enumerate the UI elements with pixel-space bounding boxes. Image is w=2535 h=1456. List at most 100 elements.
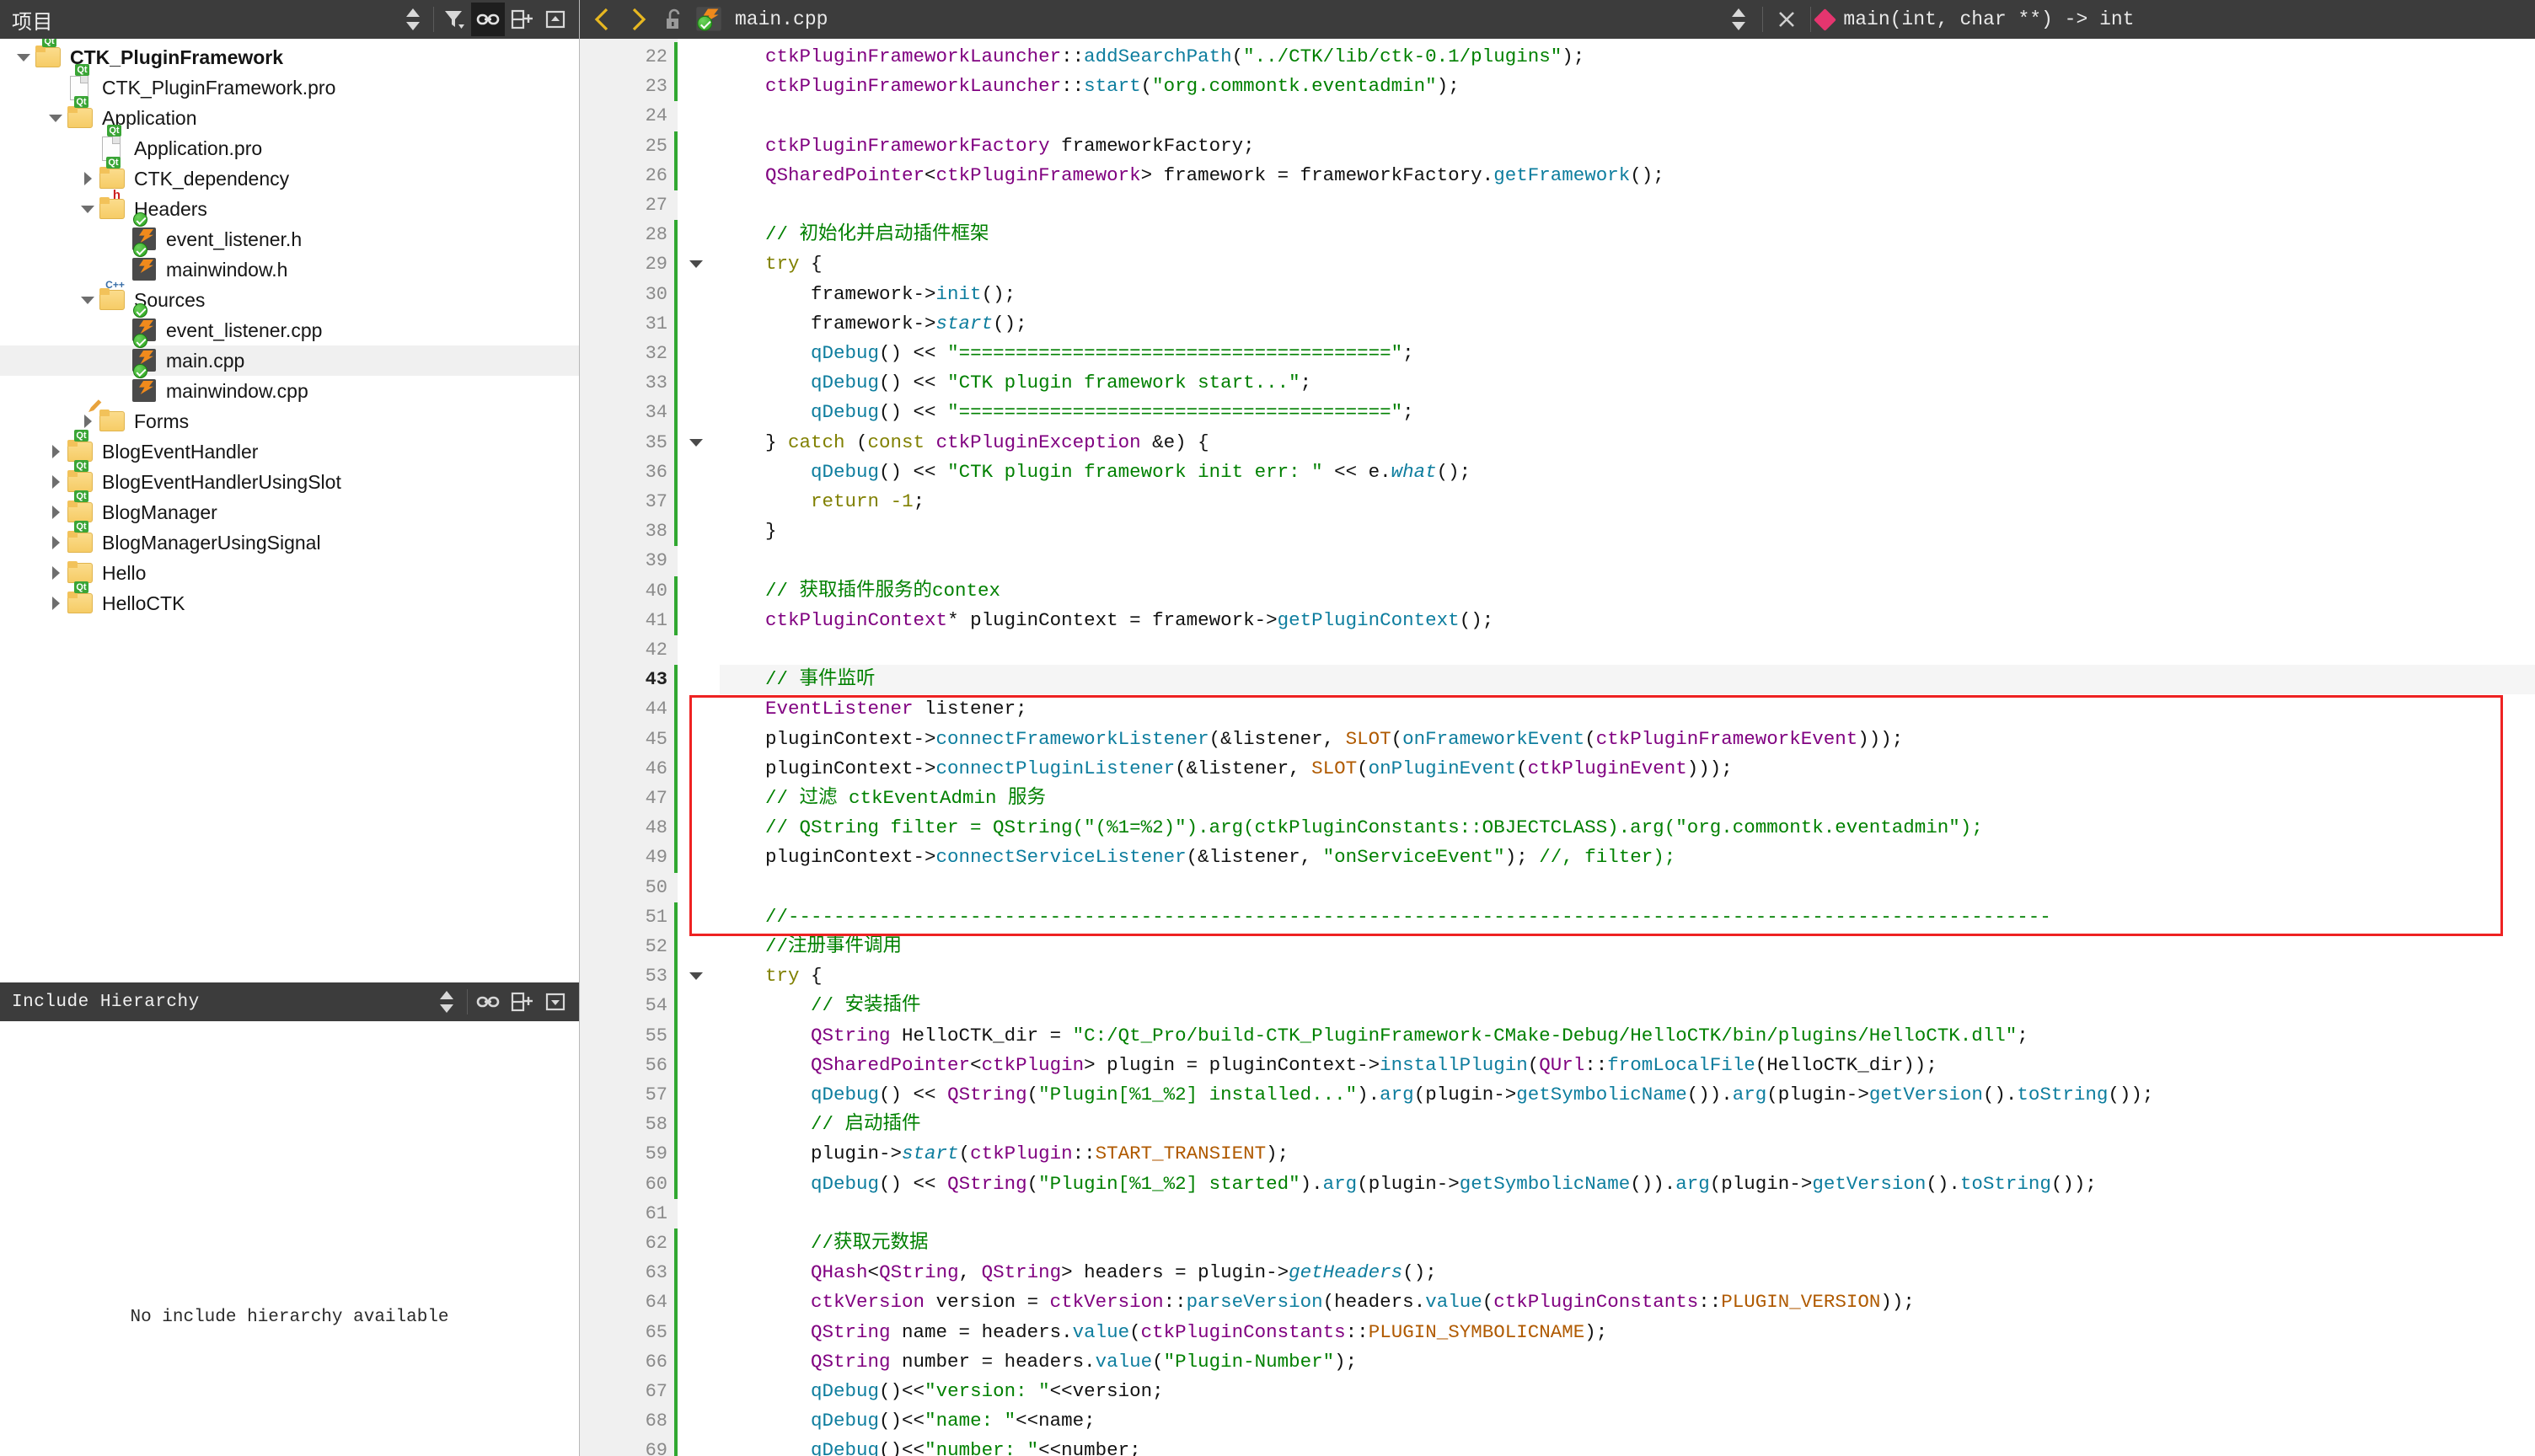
code-line[interactable]: framework->start(); [720, 309, 1027, 339]
code-line[interactable]: qDebug() << QString("Plugin[%1_%2] insta… [720, 1080, 2153, 1110]
code-line[interactable]: // 获取插件服务的contex [720, 576, 1000, 606]
chevron-down-icon[interactable] [76, 194, 99, 224]
code-line[interactable]: qDebug() << "===========================… [720, 339, 1414, 368]
code-text-area[interactable]: ctkPluginFrameworkLauncher::addSearchPat… [720, 39, 2535, 1456]
code-line[interactable]: //注册事件调用 [720, 932, 902, 961]
tree-item-event-listener-h[interactable]: event_listener.h [0, 224, 579, 254]
chevron-right-icon[interactable] [44, 588, 67, 618]
unlocked-padlock-icon[interactable] [656, 3, 691, 36]
split-add-icon[interactable] [505, 3, 539, 36]
link-icon[interactable] [471, 3, 505, 36]
code-line[interactable]: qDebug() << QString("Plugin[%1_%2] start… [720, 1170, 2097, 1199]
code-line[interactable]: pluginContext->connectServiceListener(&l… [720, 843, 1675, 872]
symbol-selector-label[interactable]: main(int, char **) -> int [1843, 8, 2134, 30]
chevron-right-icon[interactable] [44, 558, 67, 588]
chevron-right-icon[interactable] [44, 527, 67, 558]
code-line[interactable]: EventListener listener; [720, 694, 1027, 724]
code-line[interactable]: qDebug()<<"number: "<<number; [720, 1436, 1141, 1456]
link-icon[interactable] [471, 985, 505, 1019]
qt-source-file-icon [131, 258, 158, 281]
chevron-down-icon[interactable] [76, 285, 99, 315]
tree-item-sources[interactable]: C++Sources [0, 285, 579, 315]
line-number: 55 [646, 1021, 667, 1051]
chevron-right-icon[interactable] [76, 163, 99, 194]
code-line[interactable]: QString number = headers.value("Plugin-N… [720, 1347, 1357, 1377]
code-line[interactable]: QString name = headers.value(ctkPluginCo… [720, 1318, 1607, 1347]
tree-item-mainwindow-h[interactable]: mainwindow.h [0, 254, 579, 285]
line-number: 64 [646, 1287, 667, 1317]
line-number: 69 [646, 1436, 667, 1456]
code-line[interactable]: QSharedPointer<ctkPluginFramework> frame… [720, 161, 1664, 190]
tree-item-application[interactable]: QtApplication [0, 103, 579, 133]
line-number: 29 [646, 249, 667, 279]
code-line[interactable]: // 事件监听 [720, 665, 876, 694]
fold-toggle-icon[interactable] [689, 439, 703, 447]
project-tree[interactable]: QtCTK_PluginFrameworkQtCTK_PluginFramewo… [0, 39, 579, 982]
code-editor[interactable]: 2223242526272829303132333435363738394041… [580, 39, 2535, 1456]
tree-indent-spacer [108, 376, 131, 406]
tree-item-event-listener-cpp[interactable]: event_listener.cpp [0, 315, 579, 345]
code-line[interactable]: qDebug() << "CTK plugin framework start.… [720, 368, 1311, 398]
code-line[interactable]: QHash<QString, QString> headers = plugin… [720, 1258, 1437, 1287]
code-line[interactable]: ctkPluginFrameworkFactory frameworkFacto… [720, 131, 1255, 161]
tree-item-headers[interactable]: hHeaders [0, 194, 579, 224]
line-number: 24 [646, 101, 667, 131]
code-line[interactable]: // 安装插件 [720, 991, 921, 1020]
chevron-right-icon[interactable] [44, 467, 67, 497]
code-line[interactable]: ctkPluginFrameworkLauncher::start("org.c… [720, 72, 1460, 101]
code-line[interactable]: plugin->start(ctkPlugin::START_TRANSIENT… [720, 1139, 1289, 1169]
code-line[interactable]: ctkVersion version = ctkVersion::parseVe… [720, 1287, 1915, 1317]
code-line[interactable]: //--------------------------------------… [720, 902, 2051, 932]
nav-forward-icon[interactable] [620, 3, 656, 36]
file-dropdown-arrows-icon[interactable] [1721, 3, 1756, 36]
code-line[interactable]: // 启动插件 [720, 1110, 921, 1139]
code-line[interactable]: ctkPluginContext* pluginContext = framew… [720, 606, 1493, 635]
code-line[interactable]: qDebug()<<"name: "<<name; [720, 1406, 1096, 1436]
close-panel-icon[interactable] [539, 985, 572, 1019]
line-number: 67 [646, 1377, 667, 1406]
code-line[interactable]: pluginContext->connectFrameworkListener(… [720, 725, 1903, 754]
code-line[interactable]: framework->init(); [720, 280, 1016, 309]
collapse-panel-icon[interactable] [539, 3, 572, 36]
code-line[interactable]: // QString filter = QString("(%1=%2)").a… [720, 813, 1983, 843]
code-line[interactable]: // 初始化并启动插件框架 [720, 220, 989, 249]
sync-arrows-icon[interactable] [430, 985, 464, 1019]
code-line[interactable]: ctkPluginFrameworkLauncher::addSearchPat… [720, 42, 1584, 72]
code-line[interactable]: //获取元数据 [720, 1228, 929, 1258]
chevron-right-icon[interactable] [44, 497, 67, 527]
chevron-down-icon[interactable] [44, 103, 67, 133]
tree-item-blogmanagerusingsignal[interactable]: QtBlogManagerUsingSignal [0, 527, 579, 558]
chevron-down-icon[interactable] [12, 42, 35, 72]
chevron-right-icon[interactable] [44, 436, 67, 467]
sync-arrows-icon[interactable] [396, 3, 430, 36]
code-line[interactable]: qDebug()<<"version: "<<version; [720, 1377, 1164, 1406]
line-number: 65 [646, 1318, 667, 1347]
code-line[interactable]: qDebug() << "CTK plugin framework init e… [720, 458, 1471, 487]
code-line[interactable]: pluginContext->connectPluginListener(&li… [720, 754, 1733, 784]
line-number: 51 [646, 902, 667, 932]
tree-item-application-pro[interactable]: QtApplication.pro [0, 133, 579, 163]
tree-item-helloctk[interactable]: QtHelloCTK [0, 588, 579, 618]
fold-toggle-icon[interactable] [689, 972, 703, 980]
code-line[interactable]: } [720, 517, 777, 546]
tree-item-main-cpp[interactable]: main.cpp [0, 345, 579, 376]
code-line[interactable]: return -1; [720, 487, 924, 517]
filter-icon[interactable] [437, 3, 471, 36]
code-folding-column[interactable] [678, 39, 720, 1456]
code-line[interactable]: QSharedPointer<ctkPlugin> plugin = plugi… [720, 1051, 1937, 1080]
code-line[interactable]: // 过滤 ctkEventAdmin 服务 [720, 784, 1046, 813]
nav-back-icon[interactable] [585, 3, 620, 36]
code-line[interactable]: try { [720, 961, 823, 991]
code-line[interactable]: qDebug() << "===========================… [720, 398, 1414, 427]
split-add-icon[interactable] [505, 985, 539, 1019]
editor-filename-label[interactable]: main.cpp [735, 8, 828, 30]
line-number: 43 [646, 665, 667, 694]
code-line[interactable]: QString HelloCTK_dir = "C:/Qt_Pro/build-… [720, 1021, 2029, 1051]
fold-toggle-icon[interactable] [689, 260, 703, 268]
tree-item-ctk-dependency[interactable]: QtCTK_dependency [0, 163, 579, 194]
code-line[interactable]: try { [720, 249, 823, 279]
tree-item-mainwindow-cpp[interactable]: mainwindow.cpp [0, 376, 579, 406]
close-file-icon[interactable] [1769, 3, 1804, 36]
tree-item-label: CTK_dependency [134, 166, 289, 191]
code-line[interactable]: } catch (const ctkPluginException &e) { [720, 428, 1209, 458]
